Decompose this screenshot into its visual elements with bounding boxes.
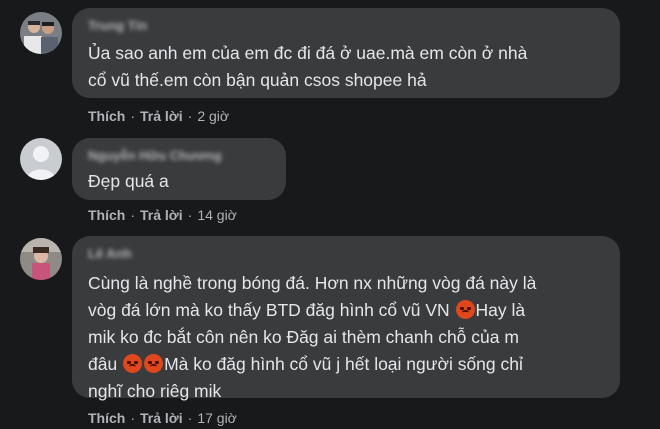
comment-timestamp[interactable]: 14 giờ [197, 207, 237, 223]
separator-dot: · [187, 108, 193, 124]
comment-timestamp[interactable]: 2 giờ [197, 108, 229, 124]
angry-face-icon [144, 354, 164, 373]
like-link[interactable]: Thích [88, 108, 125, 124]
avatar[interactable] [20, 238, 62, 280]
comment-actions: Thích · Trả lời · 2 giờ [88, 108, 229, 124]
reply-link[interactable]: Trả lời [140, 207, 183, 223]
comment-text: Ủa sao anh em của em đc đi đá ở uae.mà e… [88, 43, 528, 90]
comment-actions: Thích · Trả lời · 14 giờ [88, 207, 237, 223]
comment-text: Cùng là nghề trong bóng đá. Hơn nx những… [88, 270, 604, 405]
comment-author[interactable]: Nguyễn Hữu Chương [88, 148, 270, 164]
comment-bubble: Lê Anh Cùng là nghề trong bóng đá. Hơn n… [72, 236, 620, 401]
angry-face-icon [123, 354, 143, 373]
like-link[interactable]: Thích [88, 410, 125, 426]
comment-bubble: Trung Tín Ủa sao anh em của em đc đi đá … [72, 8, 620, 98]
comment-text: Đẹp quá a [88, 171, 169, 191]
comment-actions: Thích · Trả lời · 17 giờ [88, 410, 237, 426]
reply-link[interactable]: Trả lời [140, 108, 183, 124]
angry-face-icon [455, 300, 475, 319]
separator-dot: · [187, 410, 193, 426]
avatar[interactable] [20, 12, 62, 54]
comment-bubble: Nguyễn Hữu Chương Đẹp quá a [72, 138, 286, 200]
separator-dot: · [130, 108, 136, 124]
separator-dot: · [130, 410, 136, 426]
comment-author[interactable]: Lê Anh [88, 246, 604, 262]
comment-author[interactable]: Trung Tín [88, 18, 604, 34]
comment-timestamp[interactable]: 17 giờ [197, 410, 237, 426]
separator-dot: · [187, 207, 193, 223]
separator-dot: · [130, 207, 136, 223]
avatar[interactable] [20, 138, 62, 180]
like-link[interactable]: Thích [88, 207, 125, 223]
reply-link[interactable]: Trả lời [140, 410, 183, 426]
